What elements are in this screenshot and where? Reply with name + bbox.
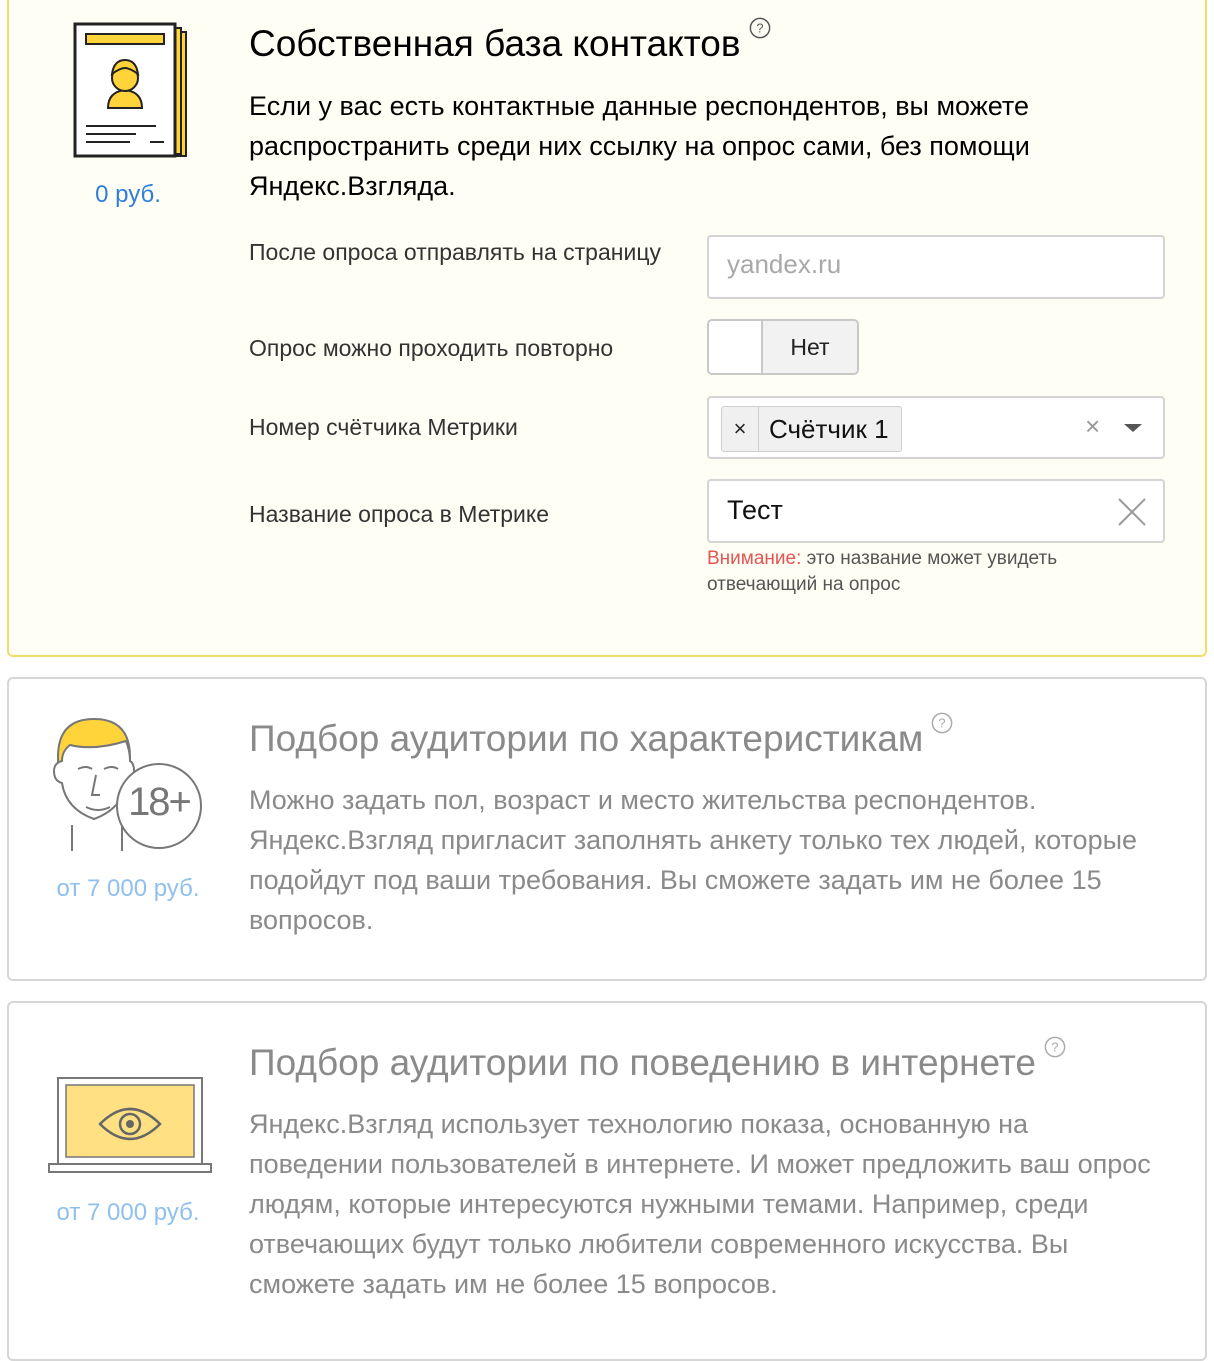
- svg-text:?: ?: [939, 716, 946, 731]
- svg-text:?: ?: [1051, 1040, 1058, 1055]
- repeat-label: Опрос можно проходить повторно: [249, 335, 614, 361]
- counter-label: Номер счётчика Метрики: [249, 414, 518, 440]
- toggle-state-label: Нет: [790, 334, 830, 360]
- redirect-url-input[interactable]: yandex.ru: [707, 235, 1165, 299]
- card-title-text: Подбор аудитории по поведению в интернет…: [249, 1042, 1036, 1083]
- question-circle-icon[interactable]: ?: [749, 17, 771, 39]
- price-label: от 7 000 руб.: [56, 1199, 200, 1226]
- redirect-url-placeholder: yandex.ru: [727, 249, 842, 279]
- metrika-name-label: Название опроса в Метрике: [249, 501, 550, 527]
- card-title-text: Подбор аудитории по характеристикам: [249, 718, 924, 759]
- card-description: Яндекс.Взгляд использует технологию пока…: [249, 1109, 1151, 1299]
- clear-input-icon[interactable]: [1117, 497, 1147, 527]
- metrika-name-warning: Внимание: это название может увидеть отв…: [707, 546, 1167, 598]
- card-title: Подбор аудитории по характеристикам?: [249, 712, 953, 762]
- card-title: Собственная база контактов?: [249, 17, 771, 67]
- repeat-toggle[interactable]: Нет: [707, 319, 859, 375]
- laptop-eye-icon: [48, 1077, 212, 1173]
- counter-tag-label: Счётчик 1: [769, 414, 889, 444]
- card-description: Если у вас есть контактные данные респон…: [249, 91, 1030, 201]
- toggle-knob[interactable]: [709, 321, 763, 373]
- card-title: Подбор аудитории по поведению в интернет…: [249, 1036, 1066, 1086]
- tag-remove-button[interactable]: ×: [722, 407, 759, 451]
- chevron-down-icon[interactable]: [1122, 421, 1144, 435]
- question-circle-icon[interactable]: ?: [1044, 1036, 1066, 1058]
- metrika-name-value: Тест: [727, 495, 783, 525]
- age-badge-text: 18+: [128, 780, 192, 824]
- card-description: Можно задать пол, возраст и место житель…: [249, 785, 1138, 935]
- card-title-text: Собственная база контактов: [249, 23, 741, 64]
- redirect-label: После опроса отправлять на страницу: [249, 239, 661, 265]
- warning-prefix: Внимание:: [707, 548, 802, 569]
- contact-list-document-icon: [73, 22, 187, 158]
- price-label: 0 руб.: [95, 181, 161, 208]
- metrika-name-input[interactable]: Тест: [707, 479, 1165, 543]
- svg-text:?: ?: [756, 21, 763, 36]
- counter-select[interactable]: × Счётчик 1 ×: [707, 396, 1165, 459]
- price-label: от 7 000 руб.: [56, 875, 200, 902]
- question-circle-icon[interactable]: ?: [931, 712, 953, 734]
- clear-selection-button[interactable]: ×: [1085, 411, 1100, 442]
- counter-tag: × Счётчик 1: [721, 406, 902, 452]
